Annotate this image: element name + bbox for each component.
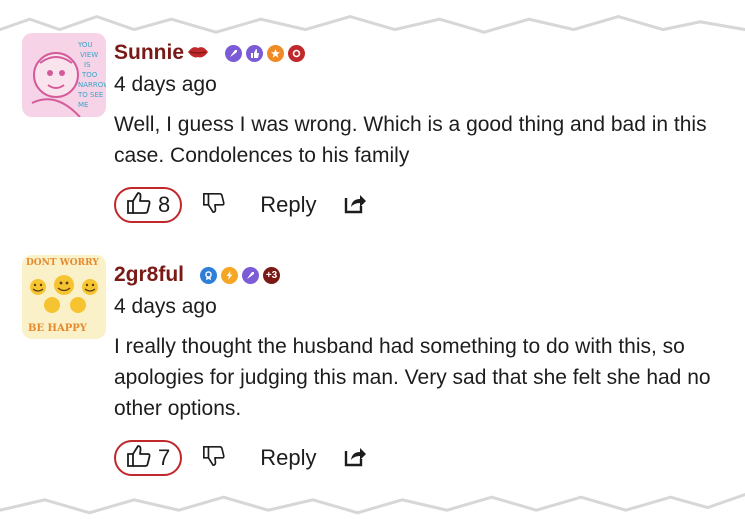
like-count: 7 xyxy=(158,445,171,470)
award-icon[interactable] xyxy=(200,266,218,284)
comment-text: Well, I guess I was wrong. Which is a go… xyxy=(114,113,707,167)
reply-button[interactable]: Reply xyxy=(260,192,316,218)
thumbs-up-icon xyxy=(126,444,152,473)
svg-text:TO SEE: TO SEE xyxy=(77,91,103,99)
reply-button[interactable]: Reply xyxy=(260,445,316,471)
like-count: 8 xyxy=(158,192,171,217)
avatar[interactable]: YOU VIEW IS TOO NARROW TO SEE ME xyxy=(22,33,106,117)
badges: +3 xyxy=(200,266,281,284)
share-icon xyxy=(343,445,367,472)
comment-text: I really thought the husband had somethi… xyxy=(114,335,711,420)
lips-icon xyxy=(187,44,209,65)
svg-text:ME: ME xyxy=(78,101,88,109)
share-button[interactable] xyxy=(343,192,367,219)
thumbs-down-icon xyxy=(202,191,226,220)
share-button[interactable] xyxy=(343,445,367,472)
dislike-button[interactable] xyxy=(202,444,226,473)
username[interactable]: 2gr8ful xyxy=(114,263,184,287)
svg-text:IS: IS xyxy=(84,61,91,69)
dislike-button[interactable] xyxy=(202,191,226,220)
share-icon xyxy=(343,192,367,219)
rocket-icon[interactable] xyxy=(242,266,260,284)
svg-text:TOO: TOO xyxy=(81,71,98,79)
heart-icon[interactable] xyxy=(288,44,306,62)
svg-text:VIEW: VIEW xyxy=(80,51,98,59)
svg-text:BE HAPPY: BE HAPPY xyxy=(28,323,88,334)
rocket-icon[interactable] xyxy=(225,44,243,62)
svg-text:DONT WORRY: DONT WORRY xyxy=(26,258,99,268)
thumbs-up-icon xyxy=(126,191,152,220)
badges xyxy=(225,44,306,62)
timestamp: 4 days ago xyxy=(114,73,217,96)
thumbs-down-icon xyxy=(202,444,226,473)
thumbs-up-icon[interactable] xyxy=(246,44,264,62)
svg-text:NARROW: NARROW xyxy=(78,81,106,89)
avatar[interactable]: DONT WORRY BE HAPPY xyxy=(22,255,106,339)
like-button[interactable]: 7 xyxy=(114,440,183,476)
svg-text:YOU: YOU xyxy=(77,41,93,49)
lightning-icon[interactable] xyxy=(221,266,239,284)
username[interactable]: Sunnie xyxy=(114,41,184,65)
more-badges[interactable]: +3 xyxy=(263,266,281,284)
like-button[interactable]: 8 xyxy=(114,187,183,223)
timestamp: 4 days ago xyxy=(114,295,217,318)
star-icon[interactable] xyxy=(267,44,285,62)
